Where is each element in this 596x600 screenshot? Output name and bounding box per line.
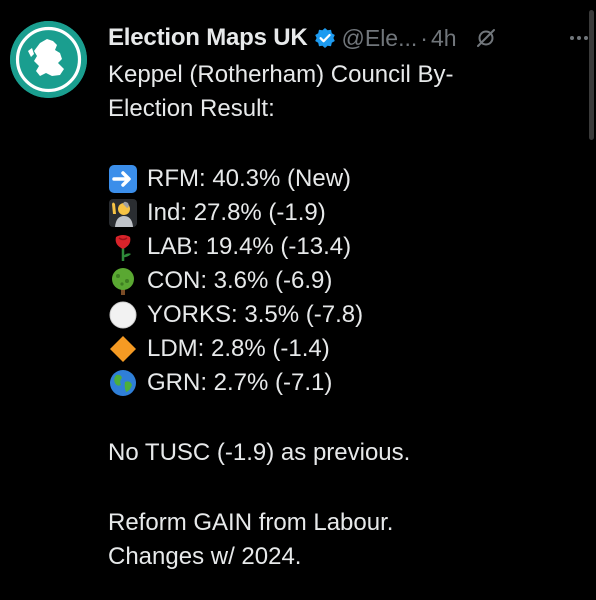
result-row: LAB: 19.4% (-13.4) bbox=[108, 230, 576, 264]
result-label: LDM: 2.8% (-1.4) bbox=[147, 335, 330, 362]
footer-line: Changes w/ 2024. bbox=[108, 543, 302, 570]
result-label: GRN: 2.7% (-7.1) bbox=[147, 369, 333, 396]
result-label: LAB: 19.4% (-13.4) bbox=[147, 233, 352, 260]
post-body: Keppel (Rotherham) Council By- Election … bbox=[108, 58, 576, 574]
result-row: YORKS: 3.5% (-7.8) bbox=[108, 298, 576, 332]
grok-icon[interactable] bbox=[475, 27, 497, 49]
avatar[interactable] bbox=[10, 21, 87, 98]
right-arrow-emoji-icon bbox=[108, 164, 138, 194]
result-label: YORKS: 3.5% (-7.8) bbox=[147, 301, 364, 328]
author-handle[interactable]: @Ele... bbox=[342, 25, 418, 52]
rose-emoji-icon bbox=[108, 232, 138, 262]
result-row: CON: 3.6% (-6.9) bbox=[108, 264, 576, 298]
scrollbar[interactable] bbox=[589, 10, 594, 140]
map-logo-icon bbox=[10, 21, 87, 98]
result-label: Ind: 27.8% (-1.9) bbox=[147, 199, 326, 226]
result-label: RFM: 40.3% (New) bbox=[147, 165, 352, 192]
note-line: No TUSC (-1.9) as previous. bbox=[108, 439, 411, 466]
footer-line: Reform GAIN from Labour. bbox=[108, 509, 394, 536]
white-circle-emoji-icon bbox=[108, 300, 138, 330]
post-header: Election Maps UK @Ele... · 4h bbox=[108, 22, 590, 54]
author-name[interactable]: Election Maps UK bbox=[108, 24, 308, 52]
result-row: LDM: 2.8% (-1.4) bbox=[108, 332, 576, 366]
more-options-icon[interactable] bbox=[568, 27, 590, 49]
post-timestamp[interactable]: 4h bbox=[431, 25, 457, 52]
orange-diamond-emoji-icon bbox=[108, 334, 138, 364]
body-line: Keppel (Rotherham) Council By- bbox=[108, 61, 454, 88]
raised-hand-person-emoji-icon bbox=[108, 198, 138, 228]
separator-dot: · bbox=[420, 24, 428, 51]
result-row: Ind: 27.8% (-1.9) bbox=[108, 196, 576, 230]
globe-emoji-icon bbox=[108, 368, 138, 398]
result-row: GRN: 2.7% (-7.1) bbox=[108, 366, 576, 400]
tree-emoji-icon bbox=[108, 266, 138, 296]
result-label: CON: 3.6% (-6.9) bbox=[147, 267, 333, 294]
result-row: RFM: 40.3% (New) bbox=[108, 162, 576, 196]
verified-badge-icon bbox=[314, 27, 336, 49]
body-line: Election Result: bbox=[108, 95, 275, 122]
